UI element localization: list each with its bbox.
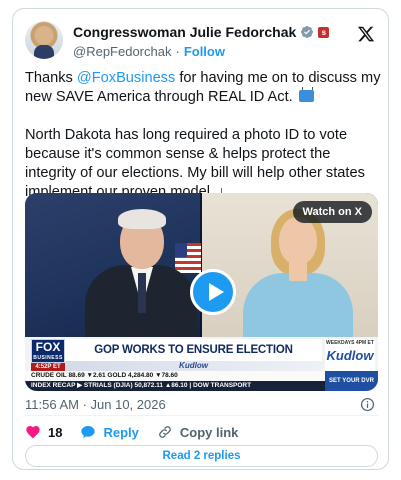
affiliate-badge: s bbox=[318, 26, 330, 38]
reply-button[interactable]: Reply bbox=[80, 424, 139, 440]
tweet-paragraph-1: Thanks @FoxBusiness for having me on to … bbox=[25, 69, 381, 107]
read-replies-button[interactable]: Read 2 replies bbox=[25, 445, 378, 467]
copy-link-button[interactable]: Copy link bbox=[157, 424, 239, 440]
link-icon bbox=[159, 426, 171, 438]
tweet-text-prefix: Thanks bbox=[25, 70, 77, 86]
network-logo-sub: BUSINESS bbox=[33, 355, 63, 361]
show-promo: WEEKDAYS 4PM ET Kudlow bbox=[325, 339, 375, 371]
broadcast-time: 4:52P ET bbox=[31, 363, 65, 371]
x-logo-icon[interactable] bbox=[357, 25, 375, 43]
fox-business-logo: FOX BUSINESS bbox=[31, 339, 65, 363]
avatar[interactable] bbox=[25, 21, 63, 59]
tweet-card: Congresswoman Julie Fedorchak s @RepFedo… bbox=[12, 8, 389, 470]
show-time: WEEKDAYS 4PM ET bbox=[326, 340, 374, 346]
ticker-row-1: CRUDE OIL 88.69 ▼2.61 GOLD 4,284.80 ▼78.… bbox=[25, 371, 325, 381]
mention-link[interactable]: @FoxBusiness bbox=[77, 70, 175, 86]
author-handle[interactable]: @RepFedorchak bbox=[73, 44, 171, 59]
host-figure-hair bbox=[118, 209, 166, 229]
show-strip: Kudlow bbox=[65, 361, 322, 371]
action-bar: 18 Reply Copy link bbox=[25, 423, 256, 441]
tweet-header: Congresswoman Julie Fedorchak s @RepFedo… bbox=[25, 21, 377, 61]
tweet-timestamp[interactable]: 11:56 AM · Jun 10, 2026 bbox=[25, 397, 166, 412]
host-figure-tie bbox=[138, 273, 146, 313]
guest-figure-head bbox=[279, 217, 317, 265]
show-logo: Kudlow bbox=[326, 348, 374, 363]
author-name-row: Congresswoman Julie Fedorchak s bbox=[73, 23, 330, 41]
like-button[interactable]: 18 bbox=[25, 424, 62, 440]
tv-emoji-icon bbox=[298, 90, 314, 102]
network-logo-text: FOX bbox=[35, 340, 61, 354]
broadcast-lower-third: FOX BUSINESS 4:52P ET GOP WORKS TO ENSUR… bbox=[25, 337, 378, 391]
divider bbox=[25, 415, 378, 416]
tweet-paragraph-2: North Dakota has long required a photo I… bbox=[25, 127, 365, 200]
dvr-promo: SET YOUR DVR bbox=[325, 371, 378, 391]
broadcast-headline: GOP WORKS TO ENSURE ELECTION INTEGRITY bbox=[65, 339, 322, 378]
american-flag-icon bbox=[175, 243, 201, 273]
ticker-row-2: INDEX RECAP ▶ STRIALS (DJIA) 50,872.11 ▲… bbox=[25, 381, 325, 391]
avatar-figure bbox=[34, 45, 54, 59]
author-handle-row: @RepFedorchak · Follow bbox=[73, 43, 225, 59]
follow-button[interactable]: Follow bbox=[184, 44, 225, 59]
separator-dot: · bbox=[175, 43, 180, 59]
author-display-name[interactable]: Congresswoman Julie Fedorchak bbox=[73, 24, 296, 40]
heart-icon bbox=[26, 426, 40, 439]
guest-figure-neck bbox=[289, 263, 307, 281]
guest-figure-body bbox=[243, 273, 353, 343]
video-media[interactable]: Watch on X FOX BUSINESS 4:52P ET GOP WOR… bbox=[25, 193, 378, 391]
info-icon[interactable] bbox=[360, 397, 375, 412]
like-count: 18 bbox=[48, 424, 63, 440]
play-icon[interactable] bbox=[190, 269, 236, 315]
reply-label: Reply bbox=[103, 424, 139, 440]
verified-badge-icon bbox=[301, 26, 314, 38]
reply-bubble-icon bbox=[81, 426, 96, 438]
watch-on-x-button[interactable]: Watch on X bbox=[292, 201, 372, 223]
copy-link-label: Copy link bbox=[179, 424, 239, 440]
